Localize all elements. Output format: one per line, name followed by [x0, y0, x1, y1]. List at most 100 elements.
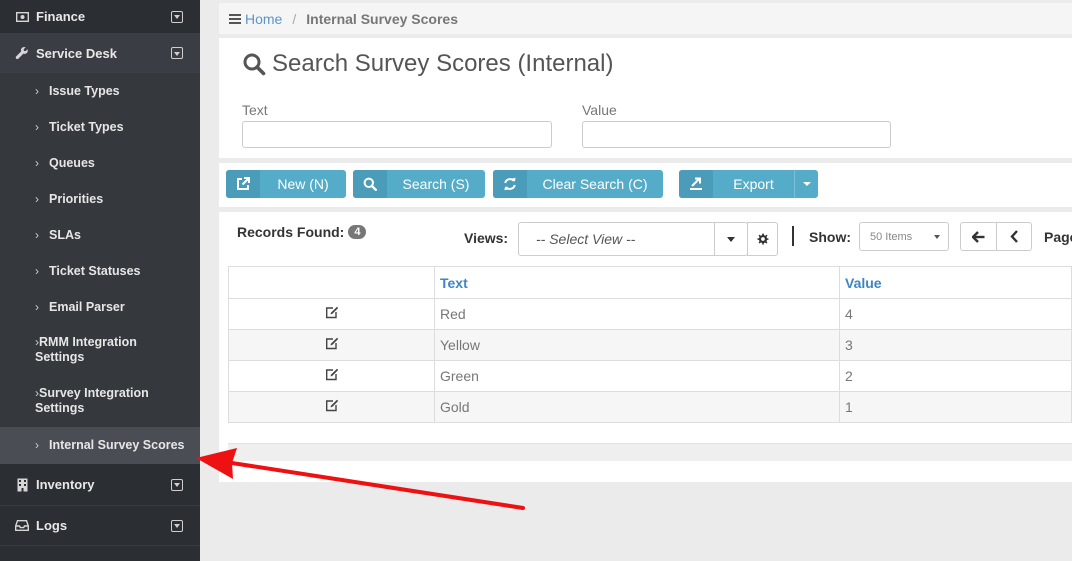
- sidebar-item-label: Issue Types: [49, 83, 120, 98]
- edit-cell[interactable]: [228, 298, 435, 330]
- sidebar-item-queues[interactable]: › Queues: [0, 145, 200, 181]
- money-icon: [15, 11, 29, 22]
- external-link-icon: [226, 170, 260, 198]
- previous-page-button[interactable]: [996, 222, 1032, 251]
- chevron-right-icon: ›: [35, 263, 39, 278]
- value-field[interactable]: [582, 121, 891, 148]
- toolbar-divider: [792, 226, 794, 246]
- nav-finance[interactable]: Finance: [0, 0, 200, 34]
- export-button-label: Export: [733, 176, 774, 192]
- sidebar-item-priorities[interactable]: › Priorities: [0, 181, 200, 217]
- clear-search-button[interactable]: Clear Search (C): [493, 170, 663, 198]
- cell-value: 1: [839, 391, 1072, 423]
- sidebar-item-rmm-integration[interactable]: ›RMM Integration Settings: [0, 325, 200, 376]
- breadcrumb-separator: /: [292, 10, 297, 27]
- nav-inventory-label: Inventory: [36, 477, 95, 492]
- arrow-left-icon: [972, 230, 985, 243]
- wrench-icon: [15, 46, 29, 60]
- chevron-right-icon: ›: [35, 119, 39, 134]
- building-icon: [15, 478, 29, 492]
- cell-text: Yellow: [434, 329, 840, 361]
- cell-text: Gold: [434, 391, 840, 423]
- sidebar-item-ticket-statuses[interactable]: › Ticket Statuses: [0, 253, 200, 289]
- scroll-left-icon[interactable]: [232, 449, 235, 455]
- chevron-left-icon: [1009, 230, 1018, 243]
- cell-value: 2: [839, 360, 1072, 392]
- text-field-label: Text: [242, 102, 268, 118]
- text-field[interactable]: [242, 121, 552, 148]
- edit-column-header: [228, 266, 435, 299]
- page-title-text: Search Survey Scores (Internal): [272, 50, 614, 77]
- sidebar-item-survey-integration[interactable]: ›Survey Integration Settings: [0, 376, 200, 427]
- edit-icon[interactable]: [325, 368, 339, 381]
- export-icon: [679, 170, 713, 198]
- collapse-toggle-icon[interactable]: [171, 47, 183, 59]
- sidebar-item-internal-survey-scores[interactable]: › Internal Survey Scores: [0, 427, 200, 464]
- edit-cell[interactable]: [228, 391, 435, 423]
- action-toolbar: New (N) Search (S) Clear Search (C) Expo…: [219, 163, 1072, 207]
- collapse-toggle-icon[interactable]: [171, 478, 183, 491]
- sidebar-item-label: Priorities: [49, 191, 104, 206]
- nav-logs-label: Logs: [36, 518, 68, 533]
- value-field-label: Value: [582, 102, 617, 118]
- chevron-right-icon: ›: [35, 155, 39, 170]
- table-row[interactable]: Gold 1: [228, 391, 1072, 423]
- sidebar-item-issue-types[interactable]: › Issue Types: [0, 73, 200, 109]
- sidebar-item-slas[interactable]: › SLAs: [0, 217, 200, 253]
- page-size-select[interactable]: 50 Items: [859, 222, 949, 251]
- view-select-value: -- Select View --: [536, 231, 636, 247]
- search-button[interactable]: Search (S): [353, 170, 485, 198]
- edit-icon[interactable]: [325, 306, 339, 319]
- views-label: Views:: [464, 230, 509, 246]
- nav-service-desk-label: Service Desk: [36, 45, 117, 61]
- sidebar-item-label-line2: Settings: [35, 350, 85, 364]
- records-found: Records Found: 4: [237, 224, 367, 240]
- view-settings-button[interactable]: [747, 222, 778, 256]
- edit-cell[interactable]: [228, 329, 435, 361]
- chevron-right-icon: ›: [35, 299, 39, 314]
- breadcrumb: Home / Internal Survey Scores: [219, 3, 1072, 34]
- first-page-button[interactable]: [960, 222, 997, 251]
- view-select[interactable]: -- Select View --: [518, 222, 748, 256]
- edit-cell[interactable]: [228, 360, 435, 392]
- column-header-value[interactable]: Value: [839, 266, 1072, 299]
- sidebar-item-ticket-types[interactable]: › Ticket Types: [0, 109, 200, 145]
- nav-inventory[interactable]: Inventory: [0, 464, 200, 506]
- export-button[interactable]: Export: [679, 170, 818, 198]
- nav-service-desk[interactable]: Service Desk: [0, 34, 200, 73]
- records-count-badge: 4: [348, 225, 367, 239]
- new-button-label: New (N): [277, 176, 329, 192]
- column-header-text[interactable]: Text: [434, 266, 840, 299]
- edit-icon[interactable]: [325, 399, 339, 412]
- cell-value: 4: [839, 298, 1072, 330]
- cell-value: 3: [839, 329, 1072, 361]
- page-title: Search Survey Scores (Internal): [242, 50, 613, 78]
- search-icon: [243, 53, 266, 76]
- sidebar-item-label: Internal Survey Scores: [49, 438, 185, 452]
- new-button[interactable]: New (N): [226, 170, 346, 198]
- horizontal-scrollbar[interactable]: [228, 443, 1072, 461]
- table-row[interactable]: Yellow 3: [228, 329, 1072, 361]
- collapse-toggle-icon[interactable]: [171, 10, 183, 23]
- chevron-down-icon[interactable]: [794, 170, 818, 198]
- collapse-toggle-icon[interactable]: [171, 519, 183, 532]
- search-button-label: Search (S): [402, 176, 470, 192]
- clear-search-button-label: Clear Search (C): [542, 176, 648, 192]
- nav-logs[interactable]: Logs: [0, 506, 200, 546]
- breadcrumb-home-link[interactable]: Home: [245, 11, 282, 27]
- menu-icon[interactable]: [229, 12, 241, 26]
- results-table: Text Value Red 4 Yellow 3 Green 2 Gold 1: [228, 266, 1072, 423]
- edit-icon[interactable]: [325, 337, 339, 350]
- sidebar-item-label-line2: Settings: [35, 401, 85, 415]
- nav-finance-label: Finance: [36, 9, 86, 24]
- breadcrumb-current: Internal Survey Scores: [306, 10, 458, 27]
- sidebar-item-email-parser[interactable]: › Email Parser: [0, 289, 200, 325]
- table-row[interactable]: Green 2: [228, 360, 1072, 392]
- sidebar-item-label: Ticket Types: [49, 119, 124, 134]
- chevron-down-icon[interactable]: [714, 223, 747, 255]
- table-row[interactable]: Red 4: [228, 298, 1072, 330]
- results-panel: Records Found: 4 Views: -- Select View -…: [219, 212, 1072, 482]
- chevron-right-icon: ›: [35, 227, 39, 242]
- sidebar-item-label: SLAs: [49, 227, 81, 242]
- sidebar-item-label: Email Parser: [49, 299, 125, 314]
